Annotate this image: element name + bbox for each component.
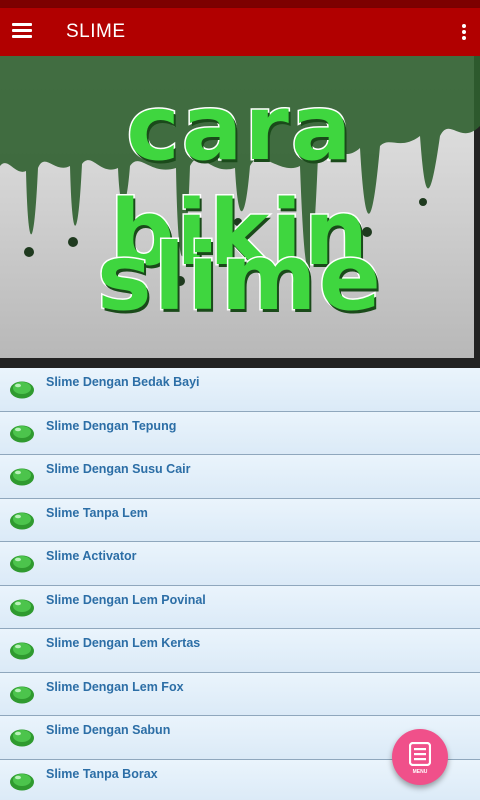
green-slime-icon — [10, 729, 34, 747]
list-item-label: Slime Dengan Tepung — [46, 418, 177, 433]
header-banner-image: cara bikin slime — [0, 56, 480, 368]
green-slime-icon — [10, 642, 34, 660]
list-item-label: Slime Dengan Bedak Bayi — [46, 375, 200, 389]
status-bar — [0, 0, 480, 8]
menu-fab-button[interactable]: MENU — [392, 729, 448, 785]
list-item[interactable]: Slime Dengan Lem Povinal — [0, 585, 480, 629]
fab-label: MENU — [412, 769, 428, 775]
banner-title-line2: slime — [95, 223, 384, 333]
list-item-label: Slime Dengan Susu Cair — [46, 462, 191, 476]
hamburger-menu-icon[interactable] — [12, 22, 32, 40]
list-item[interactable]: Slime Dengan Bedak Bayi — [0, 368, 480, 412]
list-item[interactable]: Slime Dengan Lem Kertas — [0, 629, 480, 673]
list-item-label: Slime Dengan Lem Kertas — [46, 636, 201, 650]
list-item[interactable]: Slime Dengan Susu Cair — [0, 455, 480, 499]
list-item-label: Slime Dengan Sabun — [46, 723, 171, 737]
green-slime-icon — [10, 555, 34, 573]
green-slime-icon — [10, 773, 34, 790]
list-item-label: Slime Tanpa Lem — [46, 505, 148, 520]
list-item-label: Slime Dengan Lem Fox — [46, 679, 184, 694]
list-item-label: Slime Tanpa Borax — [46, 766, 158, 781]
green-slime-icon — [10, 686, 34, 703]
green-slime-icon — [10, 468, 34, 486]
list-item[interactable]: Slime Tanpa Lem — [0, 498, 480, 542]
list-item-label: Slime Activator — [46, 549, 137, 563]
green-slime-icon — [10, 599, 34, 616]
green-slime-icon — [10, 512, 34, 529]
list-item[interactable]: Slime Dengan Lem Fox — [0, 672, 480, 716]
list-item[interactable]: Slime Activator — [0, 542, 480, 586]
list-menu-icon — [409, 742, 431, 766]
list-item-label: Slime Dengan Lem Povinal — [46, 592, 206, 607]
more-vert-icon[interactable] — [460, 22, 468, 42]
app-bar: SLIME — [0, 8, 480, 56]
list-item[interactable]: Slime Dengan Tepung — [0, 411, 480, 455]
green-slime-icon — [10, 425, 34, 442]
app-title: SLIME — [66, 21, 126, 42]
green-slime-icon — [10, 381, 34, 399]
